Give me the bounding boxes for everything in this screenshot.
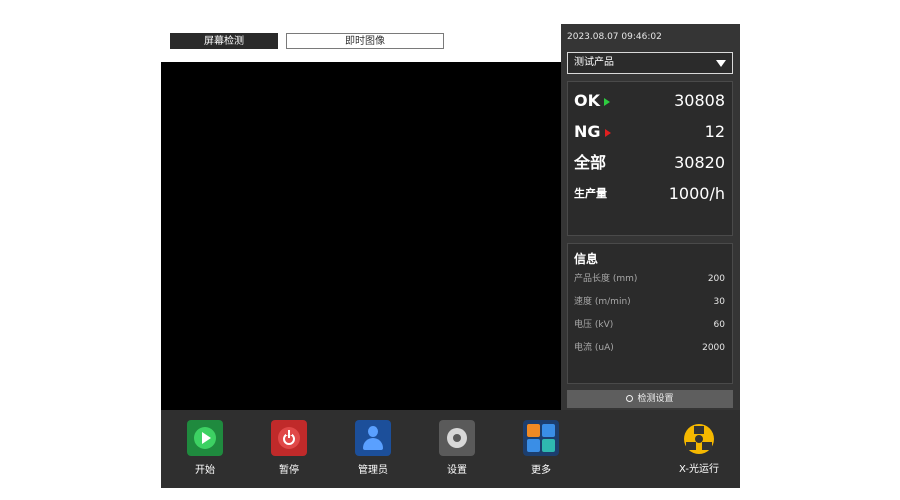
- stat-total-label: 全部: [574, 153, 607, 172]
- stat-throughput: 生产量 1000/h: [568, 182, 732, 206]
- image-preview: [161, 62, 561, 410]
- info-label: 电压 (kV): [574, 320, 614, 330]
- ng-arrow-icon: [604, 128, 611, 137]
- settings-button[interactable]: 设置: [427, 420, 487, 476]
- stat-ng-label: NG: [574, 122, 601, 141]
- stat-total: 全部 30820: [568, 151, 732, 175]
- side-panel: 2023.08.07 09:46:02 测试产品 OK 30808 NG 12 …: [561, 24, 740, 410]
- app-window: 屏幕检测 即时图像 2023.08.07 09:46:02 测试产品 OK 30…: [161, 24, 740, 488]
- info-row: 速度 (m/min) 30: [574, 295, 725, 309]
- info-row: 电流 (uA) 2000: [574, 341, 725, 355]
- admin-button[interactable]: 管理员: [343, 420, 403, 476]
- info-value: 60: [713, 320, 725, 330]
- xray-button[interactable]: X-光运行: [669, 424, 729, 480]
- detect-settings-label: 检测设置: [637, 394, 674, 404]
- tab-screen-detect[interactable]: 屏幕检测: [170, 33, 278, 49]
- stat-throughput-label: 生产量: [574, 187, 607, 200]
- info-value: 2000: [702, 343, 725, 353]
- bottom-toolbar: 开始 暂停 管理员 设置 更多 X-光运行: [161, 410, 740, 488]
- view-tabs: 屏幕检测 即时图像: [161, 24, 561, 62]
- stat-ng: NG 12: [568, 120, 732, 144]
- product-select-value: 测试产品: [574, 57, 614, 68]
- detect-settings-button[interactable]: 检测设置: [567, 390, 733, 408]
- radiation-icon: [684, 424, 714, 454]
- start-label: 开始: [195, 465, 215, 476]
- tab-realtime-image[interactable]: 即时图像: [286, 33, 444, 49]
- stat-throughput-value: 1000/h: [668, 184, 725, 203]
- info-label: 速度 (m/min): [574, 297, 631, 307]
- start-button[interactable]: 开始: [175, 420, 235, 476]
- pause-button[interactable]: 暂停: [259, 420, 319, 476]
- power-icon: [271, 420, 307, 456]
- stat-ok-label: OK: [574, 91, 600, 110]
- info-value: 200: [707, 274, 725, 284]
- datetime: 2023.08.07 09:46:02: [567, 32, 662, 42]
- admin-label: 管理员: [358, 465, 388, 476]
- stat-ng-value: 12: [704, 122, 725, 141]
- stat-total-value: 30820: [674, 153, 725, 172]
- xray-label: X-光运行: [679, 464, 719, 475]
- info-label: 产品长度 (mm): [574, 274, 638, 284]
- play-icon: [187, 420, 223, 456]
- more-button[interactable]: 更多: [511, 420, 571, 476]
- main-view: 屏幕检测 即时图像: [161, 24, 561, 410]
- ok-arrow-icon: [604, 97, 610, 106]
- pause-label: 暂停: [279, 465, 299, 476]
- info-panel: 信息 产品长度 (mm) 200 速度 (m/min) 30 电压 (kV) 6…: [567, 243, 733, 384]
- chevron-down-icon: [716, 60, 726, 67]
- stat-ok-value: 30808: [674, 91, 725, 110]
- settings-gear-icon: [439, 420, 475, 456]
- stats-panel: OK 30808 NG 12 全部 30820 生产量 1000/h: [567, 81, 733, 236]
- product-select[interactable]: 测试产品: [567, 52, 733, 74]
- info-label: 电流 (uA): [574, 343, 614, 353]
- settings-label: 设置: [447, 465, 467, 476]
- info-row: 产品长度 (mm) 200: [574, 272, 725, 286]
- gear-icon: [626, 395, 634, 402]
- stat-ok: OK 30808: [568, 89, 732, 113]
- more-label: 更多: [531, 465, 551, 476]
- info-title: 信息: [574, 252, 599, 266]
- apps-grid-icon: [523, 420, 559, 456]
- info-value: 30: [713, 297, 725, 307]
- user-icon: [355, 420, 391, 456]
- info-row: 电压 (kV) 60: [574, 318, 725, 332]
